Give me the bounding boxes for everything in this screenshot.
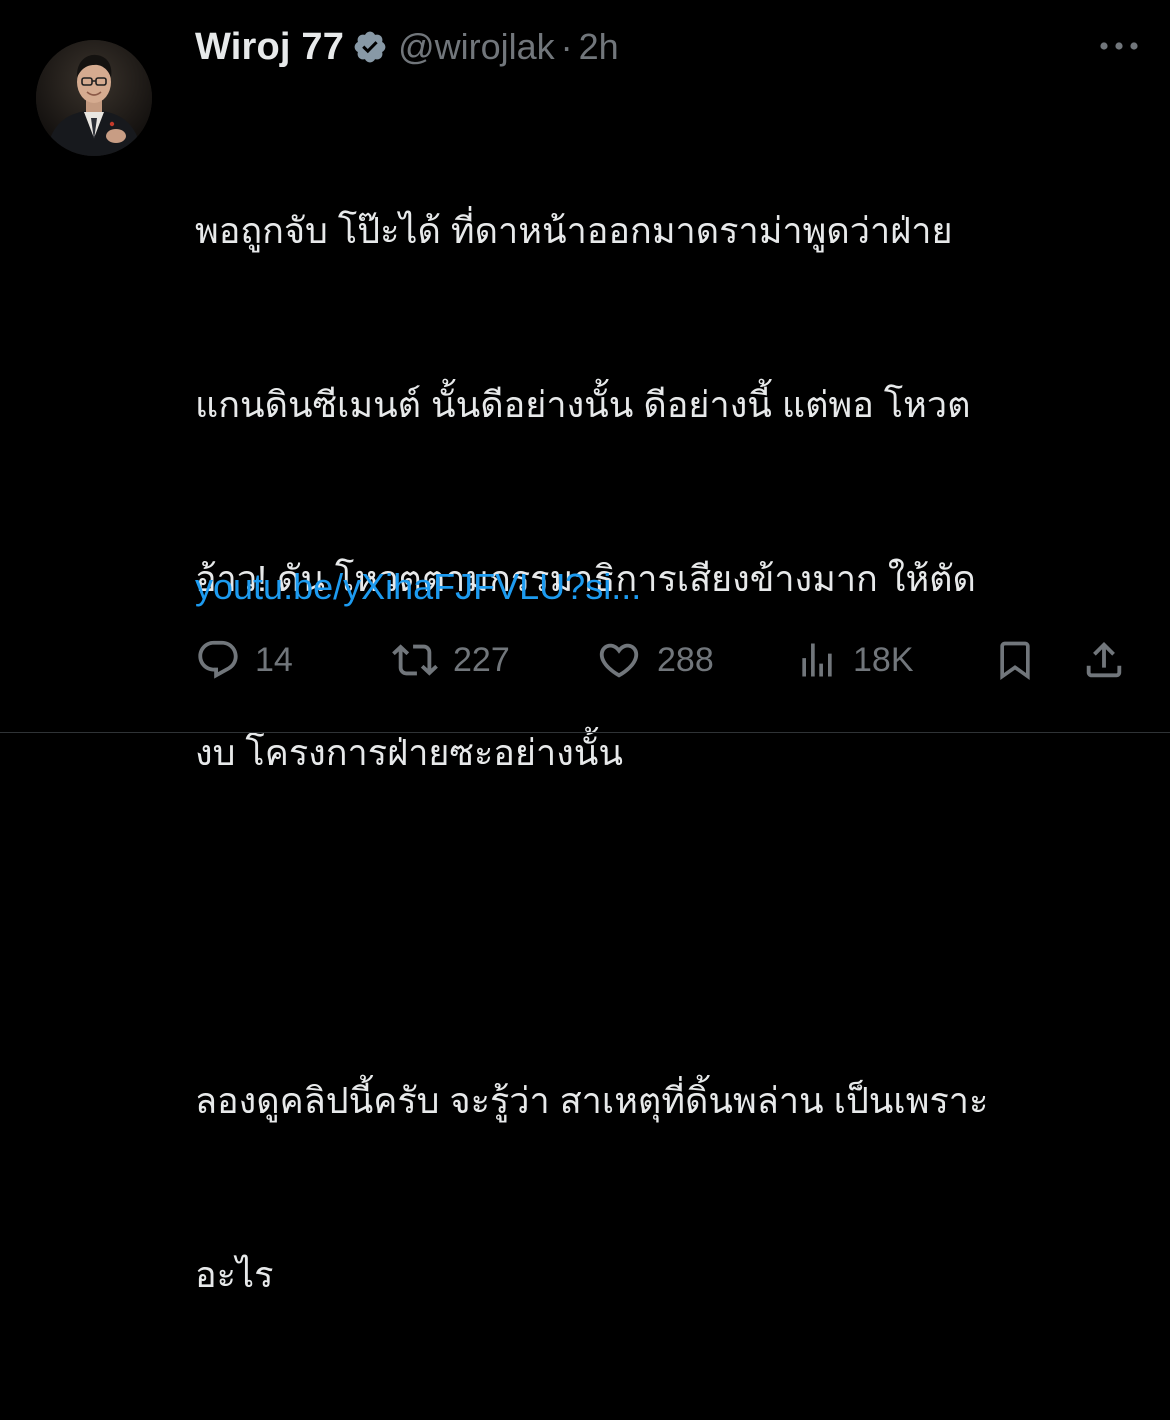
share-icon <box>1086 641 1122 678</box>
avatar[interactable] <box>36 40 152 156</box>
action-bar: 14 227 288 18K <box>195 630 1135 690</box>
display-name[interactable]: Wiroj 77 <box>195 26 344 69</box>
youtube-link[interactable]: youtu.be/yXihaFJFVLU?si... <box>195 558 641 616</box>
repost-count: 227 <box>453 640 510 679</box>
post-text-line: ลองดูคลิปนี้ครับ จะรู้ว่า สาเหตุที่ดิ้นพ… <box>195 1080 989 1121</box>
repost-icon <box>392 644 438 676</box>
post-text-blank-line <box>195 898 1135 956</box>
post-text: พอถูกจับ โป๊ะได้ ที่ดาหน้าออกมาดราม่าพูด… <box>195 86 1135 1420</box>
user-handle[interactable]: @wirojlak <box>398 26 555 68</box>
heart-icon <box>599 643 639 678</box>
views-icon <box>802 643 832 677</box>
post-text-line: อะไร <box>195 1254 274 1295</box>
reply-button[interactable]: 14 <box>195 630 293 690</box>
post-text-line: แกนดินซีเมนต์ นั้นดีอย่างนั้น ดีอย่างนี้… <box>195 384 971 425</box>
share-button[interactable] <box>1081 630 1127 690</box>
avatar-photo <box>36 40 152 156</box>
bookmark-button[interactable] <box>993 630 1037 690</box>
like-count: 288 <box>657 640 714 679</box>
repost-button[interactable]: 227 <box>391 630 510 690</box>
reply-count: 14 <box>255 640 293 679</box>
post-time[interactable]: 2h <box>579 26 619 68</box>
tweet-header: Wiroj 77 @wirojlak · 2h <box>195 22 619 72</box>
tweet[interactable]: Wiroj 77 @wirojlak · 2h พอถูกจับ โป๊ะได้… <box>0 0 1170 1295</box>
views-count: 18K <box>853 640 914 679</box>
post-text-line: พอถูกจับ โป๊ะได้ ที่ดาหน้าออกมาดราม่าพูด… <box>195 210 953 251</box>
verified-badge-icon[interactable] <box>352 29 388 65</box>
like-button[interactable]: 288 <box>595 630 714 690</box>
views-button[interactable]: 18K <box>795 630 914 690</box>
bookmark-icon <box>1000 641 1030 681</box>
separator-dot: · <box>560 26 573 67</box>
more-icon[interactable] <box>1096 36 1142 56</box>
reply-icon <box>198 640 238 679</box>
